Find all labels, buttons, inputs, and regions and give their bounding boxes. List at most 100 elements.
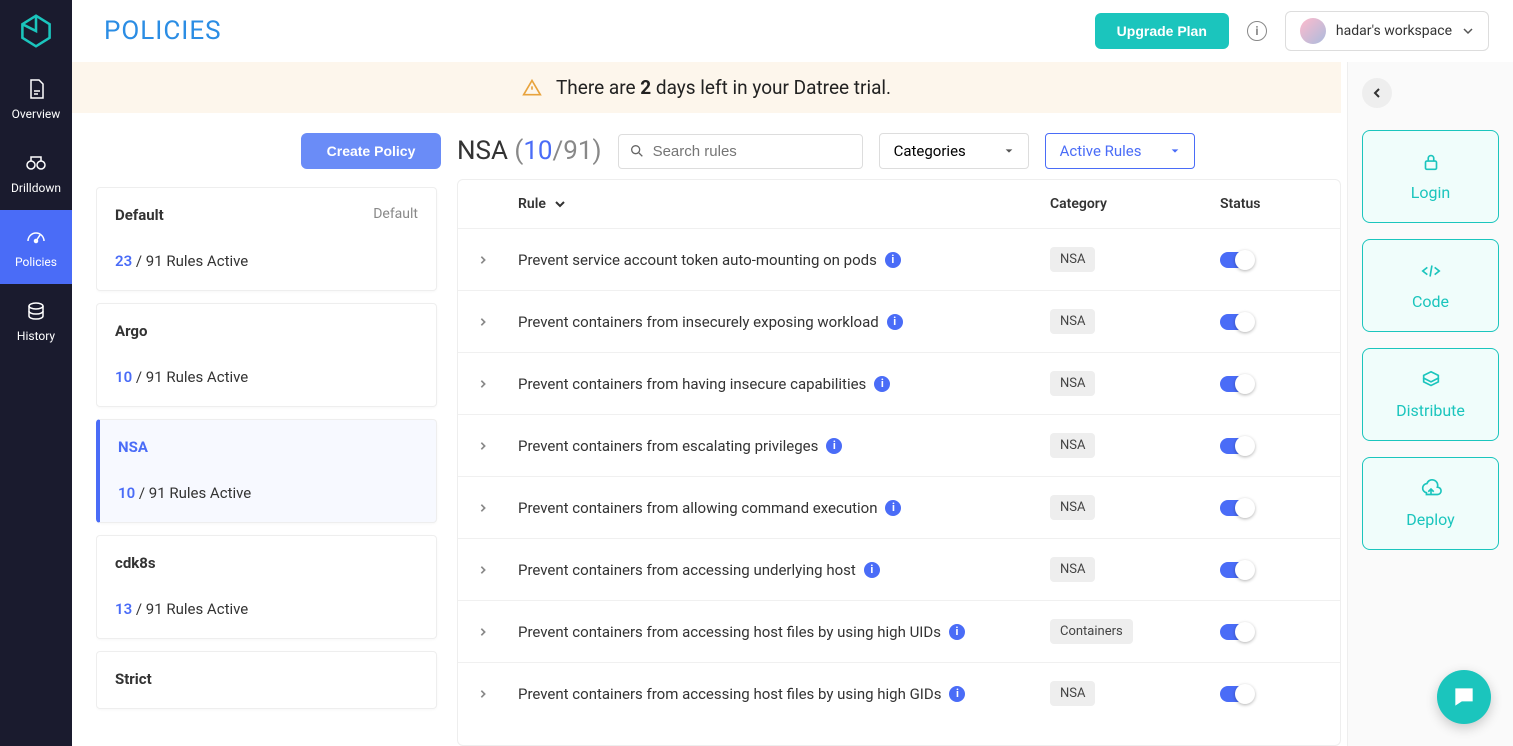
nav-history[interactable]: History — [0, 284, 72, 358]
gauge-icon — [24, 225, 48, 249]
chevron-right-icon — [478, 255, 488, 265]
info-icon[interactable]: i — [887, 314, 903, 330]
expand-button[interactable] — [478, 250, 518, 269]
rule-name: Prevent containers from allowing command… — [518, 499, 1050, 517]
table-row: Prevent containers from escalating privi… — [458, 414, 1340, 476]
chevron-left-icon — [1371, 87, 1383, 99]
chevron-right-icon — [478, 565, 488, 575]
nav-overview[interactable]: Overview — [0, 62, 72, 136]
table-row: Prevent containers from accessing underl… — [458, 538, 1340, 600]
info-icon[interactable]: i — [874, 376, 890, 392]
step-card-deploy[interactable]: Deploy — [1362, 457, 1499, 550]
rule-category: NSA — [1050, 681, 1220, 706]
status-toggle[interactable] — [1220, 438, 1254, 454]
expand-button[interactable] — [478, 684, 518, 703]
info-icon[interactable]: i — [949, 624, 965, 640]
table-header: Rule Category Status — [458, 180, 1340, 228]
status-toggle[interactable] — [1220, 252, 1254, 268]
table-row: Prevent containers from having insecure … — [458, 352, 1340, 414]
status-toggle[interactable] — [1220, 500, 1254, 516]
policy-card[interactable]: Strict — [96, 651, 437, 709]
info-icon[interactable]: i — [826, 438, 842, 454]
info-icon[interactable]: i — [949, 686, 965, 702]
policy-stats: 23 / 91 Rules Active — [115, 252, 418, 270]
search-field[interactable] — [653, 143, 852, 160]
rule-category: NSA — [1050, 557, 1220, 582]
expand-button[interactable] — [478, 312, 518, 331]
step-card-login[interactable]: Login — [1362, 130, 1499, 223]
logo — [0, 0, 72, 62]
table-row: Prevent containers from accessing host f… — [458, 600, 1340, 662]
nav-label: History — [17, 329, 55, 343]
workspace-name: hadar's workspace — [1336, 23, 1452, 39]
collapse-button[interactable] — [1362, 78, 1392, 108]
rule-category: NSA — [1050, 247, 1220, 272]
expand-button[interactable] — [478, 436, 518, 455]
rule-category: NSA — [1050, 433, 1220, 458]
policy-card[interactable]: DefaultDefault23 / 91 Rules Active — [96, 187, 437, 291]
chevron-down-icon — [1004, 146, 1014, 156]
nav-label: Drilldown — [11, 181, 61, 195]
policy-card[interactable]: NSA10 / 91 Rules Active — [96, 419, 437, 523]
rule-name: Prevent service account token auto-mount… — [518, 251, 1050, 269]
file-icon — [24, 77, 48, 101]
default-tag: Default — [373, 206, 418, 224]
step-card-distribute[interactable]: Distribute — [1362, 348, 1499, 441]
status-toggle[interactable] — [1220, 562, 1254, 578]
policy-card[interactable]: Argo10 / 91 Rules Active — [96, 303, 437, 407]
chevron-right-icon — [478, 379, 488, 389]
avatar — [1300, 18, 1326, 44]
policy-name: NSA — [118, 438, 418, 456]
rule-name: Prevent containers from accessing host f… — [518, 623, 1050, 641]
info-icon[interactable]: i — [885, 500, 901, 516]
status-toggle[interactable] — [1220, 376, 1254, 392]
col-rule[interactable]: Rule — [518, 196, 1050, 212]
info-icon[interactable]: i — [864, 562, 880, 578]
step-label: Deploy — [1406, 510, 1454, 529]
col-status: Status — [1220, 196, 1320, 212]
table-row: Prevent containers from accessing host f… — [458, 662, 1340, 724]
expand-button[interactable] — [478, 622, 518, 641]
status-toggle[interactable] — [1220, 686, 1254, 702]
nav-drilldown[interactable]: Drilldown — [0, 136, 72, 210]
header: POLICIES Upgrade Plan i hadar's workspac… — [72, 0, 1513, 62]
chat-icon — [1451, 684, 1477, 710]
step-card-code[interactable]: Code — [1362, 239, 1499, 332]
policy-stats: 10 / 91 Rules Active — [115, 368, 418, 386]
binoculars-icon — [24, 151, 48, 175]
info-icon[interactable]: i — [1247, 21, 1267, 41]
table-row: Prevent containers from allowing command… — [458, 476, 1340, 538]
policy-card[interactable]: cdk8s13 / 91 Rules Active — [96, 535, 437, 639]
expand-button[interactable] — [478, 498, 518, 517]
left-nav: Overview Drilldown Policies History — [0, 0, 72, 746]
active-rules-select[interactable]: Active Rules — [1045, 133, 1195, 169]
upgrade-button[interactable]: Upgrade Plan — [1095, 13, 1229, 49]
nav-label: Overview — [12, 107, 61, 121]
chevron-right-icon — [478, 627, 488, 637]
table-row: Prevent service account token auto-mount… — [458, 228, 1340, 290]
rule-category: Containers — [1050, 619, 1220, 644]
nav-label: Policies — [15, 255, 57, 269]
table-row: Prevent containers from insecurely expos… — [458, 290, 1340, 352]
policy-name: Strict — [115, 670, 418, 688]
rule-name: Prevent containers from accessing host f… — [518, 685, 1050, 703]
workspace-selector[interactable]: hadar's workspace — [1285, 11, 1489, 51]
nav-policies[interactable]: Policies — [0, 210, 72, 284]
categories-select[interactable]: Categories — [879, 133, 1029, 169]
info-icon[interactable]: i — [885, 252, 901, 268]
rules-title: NSA (10/91) — [457, 136, 602, 166]
chevron-down-icon — [1170, 146, 1180, 156]
create-policy-button[interactable]: Create Policy — [301, 133, 441, 169]
status-toggle[interactable] — [1220, 314, 1254, 330]
status-toggle[interactable] — [1220, 624, 1254, 640]
rule-name: Prevent containers from having insecure … — [518, 375, 1050, 393]
step-label: Code — [1412, 292, 1449, 311]
chat-button[interactable] — [1437, 670, 1491, 724]
step-label: Login — [1411, 183, 1450, 202]
expand-button[interactable] — [478, 560, 518, 579]
col-category: Category — [1050, 196, 1220, 212]
step-label: Distribute — [1396, 401, 1465, 420]
search-input[interactable] — [618, 134, 863, 169]
rules-table: Rule Category Status Prevent service acc… — [457, 179, 1341, 746]
expand-button[interactable] — [478, 374, 518, 393]
